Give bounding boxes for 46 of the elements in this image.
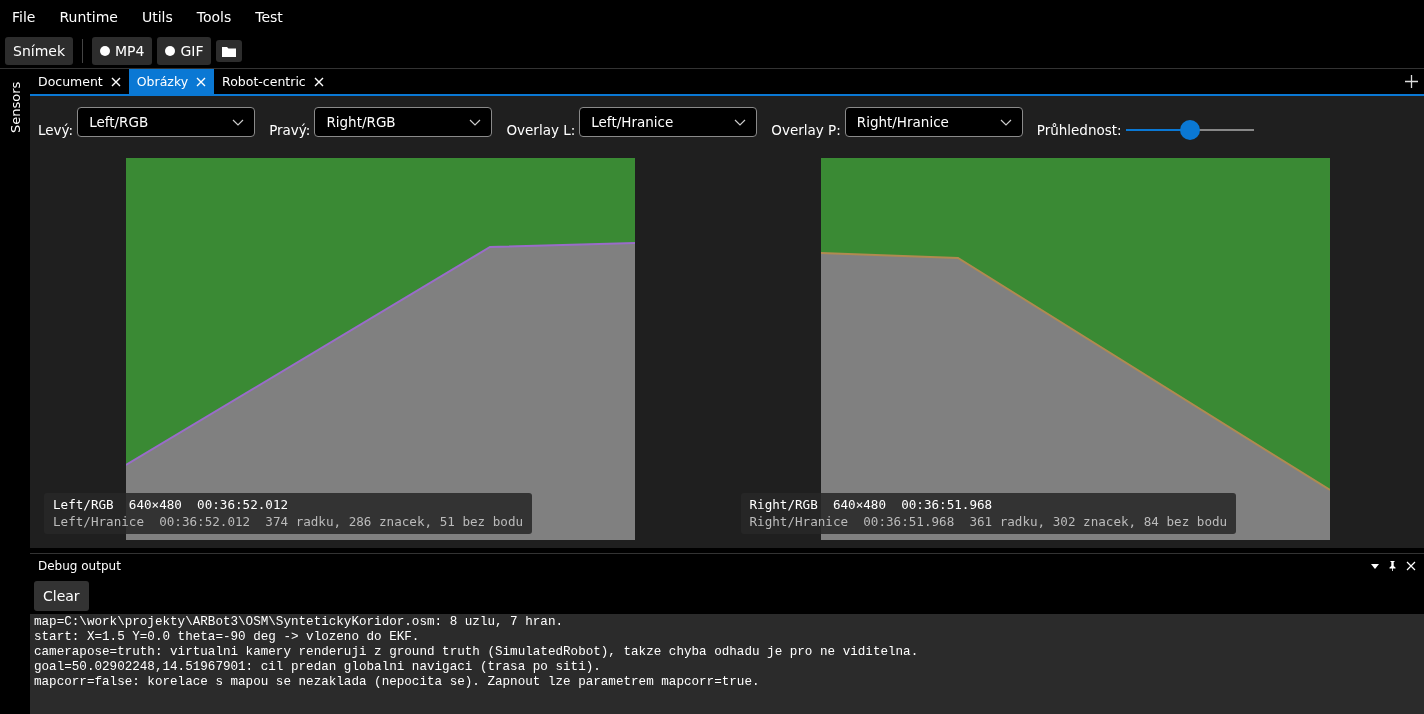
selector-label: Pravý:: [269, 122, 311, 138]
dropdown[interactable]: Left/Hranice: [579, 107, 758, 137]
menu-item[interactable]: Test: [255, 9, 283, 25]
log-line: map=C:\work\projekty\ARBot3\OSM\SyntetickyKoridor.osm: 8 uzlu, 7 hran.: [34, 615, 565, 630]
dropdown-arrow-icon: [1371, 563, 1379, 569]
chevron-down-icon: [232, 118, 245, 126]
panel-title: Debug output: [38, 559, 121, 573]
overlay-info: Left/Hranice 00:36:52.012 374 radku, 286 znacek, 51 bez bodu: [53, 513, 524, 530]
menu-item[interactable]: Runtime: [59, 9, 118, 25]
add-icon[interactable]: [1405, 75, 1418, 88]
dropdown[interactable]: Right/RGB: [314, 107, 493, 137]
log-line: camerapose=truth: virtualni kamery renderuji z ground truth (SimulatedRobot), takze chyba odhadu je pro ne viditelna.: [34, 645, 920, 660]
folder-button[interactable]: [216, 40, 243, 62]
folder-icon: [222, 45, 237, 57]
record-dot-icon: [165, 46, 176, 56]
image-info: Right/RGB 640×480 00:36:51.968: [749, 496, 994, 513]
menu-item[interactable]: File: [12, 9, 36, 25]
log-line: mapcorr=false: korelace s mapou se nezaklada (nepocita se). Zapnout lze parametrem mapcorr=true.: [34, 675, 761, 690]
pin-icon: [1389, 561, 1396, 571]
chevron-down-icon: [469, 118, 482, 126]
menu-item[interactable]: Utils: [141, 9, 173, 25]
image-info: Left/RGB 640×480 00:36:52.012: [53, 496, 290, 513]
tab[interactable]: Obrázky: [128, 69, 215, 94]
log-line: goal=50.02902248,14.51967901: cil predan globalni navigaci (trasa po siti).: [34, 660, 602, 675]
selector-label: Overlay P:: [771, 122, 841, 138]
record-button[interactable]: MP4: [92, 37, 153, 65]
log-line: start: X=1.5 Y=0.0 theta=-90 deg -> vlozeno do EKF.: [34, 630, 421, 645]
selector-label: Overlay L:: [506, 122, 576, 138]
record-button[interactable]: GIF: [157, 37, 212, 65]
chevron-down-icon: [734, 118, 747, 126]
tab[interactable]: Robot-centric: [214, 69, 332, 94]
selector-label: Levý:: [38, 122, 74, 138]
close-icon: [1406, 561, 1416, 571]
close-icon[interactable]: [110, 76, 121, 87]
overlay-info: Right/Hranice 00:36:51.968 361 radku, 302 znacek, 84 bez bodu: [749, 513, 1228, 530]
dropdown[interactable]: Left/RGB: [77, 107, 256, 137]
slider-label: Průhlednost:: [1036, 122, 1122, 138]
chevron-down-icon: [999, 118, 1012, 126]
clear-button[interactable]: Clear: [34, 581, 89, 611]
close-icon[interactable]: [313, 76, 324, 87]
record-dot-icon: [100, 46, 110, 56]
menu-item[interactable]: Tools: [196, 9, 232, 25]
side-panel-tab[interactable]: Sensors: [7, 77, 23, 133]
dropdown[interactable]: Right/Hranice: [844, 107, 1023, 137]
tab[interactable]: Document: [30, 69, 129, 94]
snapshot-button[interactable]: Snímek: [5, 37, 73, 65]
